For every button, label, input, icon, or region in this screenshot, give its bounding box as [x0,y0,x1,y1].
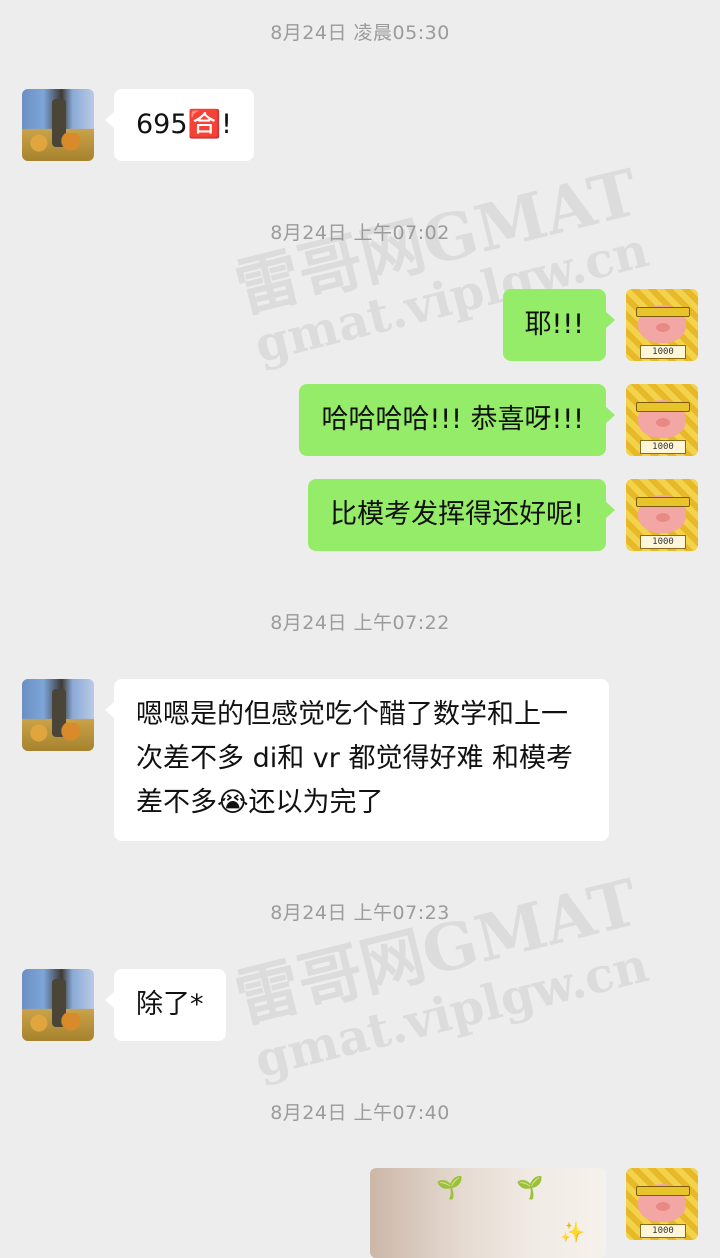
my-avatar[interactable]: 1000 [626,289,698,361]
friend-avatar[interactable] [22,969,94,1041]
avatar-sign: 1000 [640,345,686,359]
friend-avatar[interactable] [22,89,94,161]
incoming-message-bubble[interactable]: 695🈴! [105,89,254,161]
pig-nose-icon [656,1202,670,1211]
message-timestamp: 8月24日 上午07:22 [270,612,450,634]
sprout-icon: 🌱 [516,1176,544,1201]
avatar-sign: 1000 [640,440,686,454]
watermark-brand: 雷哥网GMAT [228,865,646,1038]
pig-nose-icon [656,513,670,522]
headband-icon [636,307,690,317]
incoming-message-bubble[interactable]: 除了* [105,969,226,1041]
incoming-message-bubble[interactable]: 嗯嗯是的但感觉吃个醋了数学和上一次差不多 di和 vr 都觉得好难 和模考差不多… [105,679,609,841]
headband-icon [636,1186,690,1196]
watermark-url: gmat.viplgw.cn [249,937,654,1089]
message-timestamp: 8月24日 凌晨05:30 [270,22,450,44]
headband-icon [636,497,690,507]
image-message[interactable]: 🌱 🌱 ✨ [370,1168,606,1258]
my-avatar[interactable]: 1000 [626,1168,698,1240]
outgoing-message-bubble[interactable]: 比模考发挥得还好呢! [308,479,615,551]
message-timestamp: 8月24日 上午07:40 [270,1102,450,1124]
outgoing-message-bubble[interactable]: 哈哈哈哈!!! 恭喜呀!!! [299,384,615,456]
my-avatar[interactable]: 1000 [626,479,698,551]
sparkle-icon: ✨ [560,1220,585,1244]
headband-icon [636,402,690,412]
my-avatar[interactable]: 1000 [626,384,698,456]
message-timestamp: 8月24日 上午07:23 [270,902,450,924]
sprout-icon: 🌱 [436,1176,464,1201]
message-timestamp: 8月24日 上午07:02 [270,222,450,244]
avatar-sign: 1000 [640,535,686,549]
friend-avatar[interactable] [22,679,94,751]
pig-nose-icon [656,418,670,427]
avatar-sign: 1000 [640,1224,686,1238]
pig-nose-icon [656,323,670,332]
outgoing-message-bubble[interactable]: 耶!!! [502,289,616,361]
